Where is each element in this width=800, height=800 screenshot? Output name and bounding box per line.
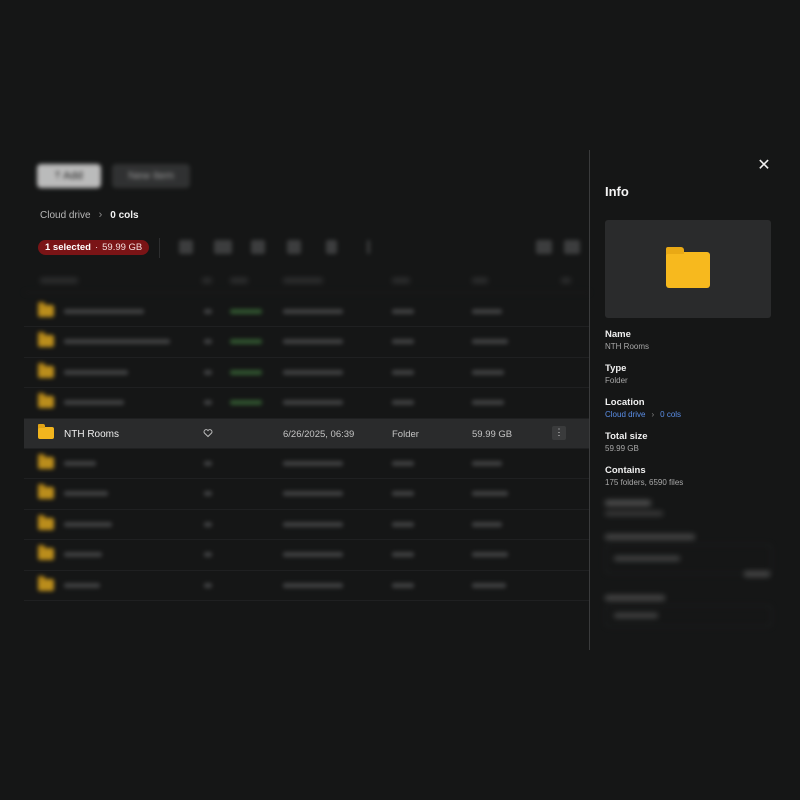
download-icon[interactable] bbox=[179, 240, 193, 254]
save-description-button[interactable] bbox=[744, 571, 770, 577]
preview-thumbnail bbox=[605, 220, 771, 318]
folder-icon bbox=[38, 545, 54, 561]
share-icon[interactable] bbox=[214, 240, 232, 254]
file-browser: ⤒ Add New item Cloud drive › 0 cols 1 se… bbox=[24, 150, 590, 650]
breadcrumb-current: 0 cols bbox=[110, 209, 139, 221]
table-header bbox=[24, 272, 590, 293]
table-row[interactable] bbox=[24, 388, 590, 419]
selection-dot: · bbox=[94, 242, 99, 253]
breadcrumb-root[interactable]: Cloud drive bbox=[40, 210, 91, 221]
column-type-header[interactable] bbox=[392, 278, 410, 283]
heart-icon[interactable] bbox=[203, 428, 213, 438]
info-location: Location Cloud drive › 0 cols bbox=[605, 397, 681, 419]
info-contains: Contains 175 folders, 6590 files bbox=[605, 465, 683, 487]
new-item-button[interactable]: New item bbox=[112, 164, 190, 188]
description-input[interactable] bbox=[605, 544, 772, 574]
table-row[interactable] bbox=[24, 479, 590, 510]
folder-icon bbox=[38, 453, 54, 469]
move-icon[interactable] bbox=[251, 240, 265, 254]
folder-icon bbox=[38, 575, 54, 591]
folder-icon bbox=[38, 423, 54, 439]
trash-icon[interactable] bbox=[326, 240, 337, 254]
table-row[interactable] bbox=[24, 510, 590, 541]
table-row[interactable] bbox=[24, 540, 590, 571]
column-name-header[interactable] bbox=[40, 278, 78, 283]
rename-icon[interactable] bbox=[287, 240, 301, 254]
size-value: 59.99 GB bbox=[605, 444, 639, 453]
table-row[interactable] bbox=[24, 327, 590, 358]
description-label bbox=[605, 534, 695, 540]
file-list: NTH Rooms 6/26/2025, 06:39 Folder 59.99 … bbox=[24, 297, 590, 601]
row-type: Folder bbox=[392, 428, 419, 440]
upload-icon: ⤒ bbox=[55, 169, 64, 182]
folder-icon bbox=[38, 302, 54, 317]
type-label: Type bbox=[605, 363, 627, 374]
date-added-field bbox=[605, 500, 665, 516]
column-size-header[interactable] bbox=[472, 278, 488, 283]
info-size: Total size 59.99 GB bbox=[605, 431, 648, 453]
info-panel: ✕ Info Name NTH Rooms Type Folder Locati… bbox=[590, 150, 800, 650]
location-label: Location bbox=[605, 397, 645, 408]
upload-button-label: Add bbox=[63, 170, 83, 182]
chevron-right-icon: › bbox=[98, 209, 103, 221]
toolbar-divider bbox=[159, 238, 160, 258]
size-label: Total size bbox=[605, 431, 648, 442]
selection-badge[interactable]: 1 selected · 59.99 GB bbox=[38, 240, 150, 255]
column-modified-header[interactable] bbox=[283, 278, 323, 283]
type-value: Folder bbox=[605, 376, 628, 385]
folder-icon bbox=[666, 247, 710, 288]
contains-label: Contains bbox=[605, 465, 646, 476]
row-more-button[interactable]: ⋮ bbox=[552, 425, 566, 440]
contains-value: 175 folders, 6590 files bbox=[605, 478, 684, 487]
info-panel-icon[interactable] bbox=[564, 240, 580, 254]
row-modified: 6/26/2025, 06:39 bbox=[283, 428, 355, 440]
table-row-selected[interactable]: NTH Rooms 6/26/2025, 06:39 Folder 59.99 … bbox=[24, 418, 590, 449]
grid-view-icon[interactable] bbox=[536, 240, 552, 254]
info-name: Name NTH Rooms bbox=[605, 329, 649, 351]
close-icon[interactable]: ✕ bbox=[757, 158, 771, 174]
folder-icon bbox=[38, 332, 54, 348]
column-label-header[interactable] bbox=[230, 278, 248, 283]
selection-size: 59.99 GB bbox=[102, 242, 143, 253]
column-favorite-header[interactable] bbox=[202, 278, 212, 283]
table-row[interactable] bbox=[24, 571, 590, 601]
name-value: NTH Rooms bbox=[605, 342, 650, 351]
chevron-right-icon: › bbox=[651, 410, 655, 419]
tags-input[interactable] bbox=[605, 605, 772, 627]
location-root-link[interactable]: Cloud drive bbox=[605, 410, 645, 419]
table-row[interactable] bbox=[24, 297, 590, 328]
info-title: Info bbox=[605, 184, 629, 199]
location-current-link[interactable]: 0 cols bbox=[660, 410, 681, 419]
column-settings-icon[interactable] bbox=[561, 278, 571, 283]
table-row[interactable] bbox=[24, 358, 590, 389]
name-label: Name bbox=[605, 329, 631, 340]
info-type: Type Folder bbox=[605, 363, 628, 385]
breadcrumb: Cloud drive › 0 cols bbox=[40, 209, 139, 221]
folder-icon bbox=[38, 362, 54, 378]
folder-icon bbox=[38, 393, 54, 409]
folder-icon bbox=[38, 514, 54, 530]
table-row[interactable] bbox=[24, 449, 590, 480]
tags-label bbox=[605, 595, 665, 601]
folder-icon bbox=[38, 484, 54, 500]
selection-count: 1 selected bbox=[45, 242, 91, 253]
more-actions-icon[interactable] bbox=[367, 240, 370, 254]
row-name[interactable]: NTH Rooms bbox=[64, 429, 119, 440]
row-size: 59.99 GB bbox=[472, 428, 513, 440]
new-item-label: New item bbox=[128, 170, 174, 182]
upload-button[interactable]: ⤒ Add bbox=[37, 164, 101, 188]
